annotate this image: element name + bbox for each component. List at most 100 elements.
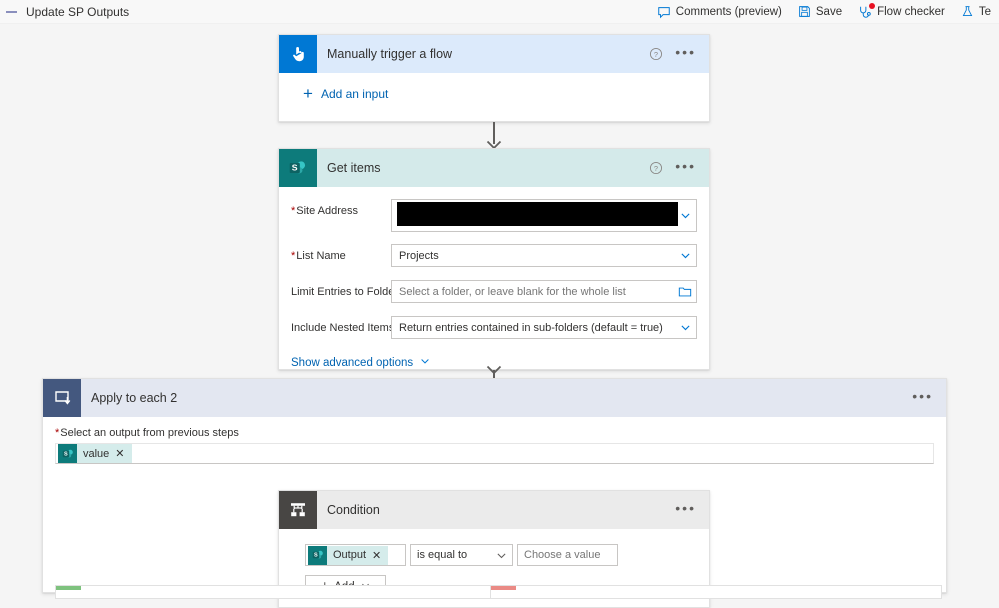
save-button[interactable]: Save [790, 1, 850, 23]
field-list-name: *List Name Projects [291, 242, 697, 269]
flow-canvas: Manually trigger a flow ? ••• + Add an i… [0, 24, 999, 608]
select-output-input[interactable]: S value ✕ [55, 443, 934, 464]
add-an-input-label: Add an input [320, 87, 389, 101]
show-advanced-options-label: Show advanced options [291, 356, 414, 369]
svg-text:?: ? [654, 50, 658, 59]
svg-text:S: S [292, 162, 298, 172]
select-output-label: *Select an output from previous steps [55, 427, 239, 439]
chevron-down-icon [419, 355, 431, 370]
branch-if-yes[interactable] [55, 585, 507, 599]
flow-title: Update SP Outputs [26, 4, 130, 19]
condition-card-header[interactable]: Condition ••• [279, 491, 709, 529]
plus-icon: + [303, 84, 313, 103]
chevron-down-icon[interactable] [679, 249, 692, 262]
add-an-input-button[interactable]: + Add an input [279, 73, 709, 103]
token-value-label: value [83, 447, 110, 460]
condition-left-operand[interactable]: S Output ✕ [305, 544, 406, 566]
sharepoint-icon: S [58, 444, 77, 463]
help-circle-icon[interactable]: ? [649, 161, 663, 175]
svg-text:S: S [63, 451, 67, 457]
get-items-card-header[interactable]: S Get items ? ••• [279, 149, 709, 187]
chevron-down-icon[interactable] [679, 209, 692, 222]
test-button[interactable]: Te [953, 1, 999, 23]
topbar-command-group: Comments (preview) Save Flow checker Te [649, 1, 999, 23]
condition-header-actions: ••• [675, 501, 709, 517]
field-limit-entries-to-folder: Limit Entries to Folder Select a folder,… [291, 278, 697, 305]
branch-if-no-bar [491, 586, 516, 590]
condition-menu-icon[interactable]: ••• [675, 501, 696, 517]
required-asterisk: * [55, 427, 60, 439]
chevron-down-icon [495, 549, 508, 562]
condition-operator-dropdown[interactable]: is equal to [410, 544, 513, 566]
apply-to-each-header-actions: ••• [912, 389, 946, 405]
save-label: Save [815, 5, 843, 18]
include-nested-dropdown[interactable]: Return entries contained in sub-folders … [391, 316, 697, 339]
include-nested-value: Return entries contained in sub-folders … [399, 321, 663, 334]
get-items-card-title: Get items [327, 161, 381, 175]
field-include-nested-items: Include Nested Items Return entries cont… [291, 314, 697, 341]
field-site-address: *Site Address [291, 199, 697, 233]
condition-branch-icon [279, 491, 317, 529]
close-icon[interactable]: ✕ [115, 447, 124, 460]
token-output[interactable]: S Output ✕ [308, 545, 389, 565]
top-command-bar: Update SP Outputs Comments (preview) Sav… [0, 0, 999, 24]
hand-tap-icon [279, 35, 317, 73]
get-items-menu-icon[interactable]: ••• [675, 159, 696, 175]
help-circle-icon[interactable]: ? [649, 47, 663, 61]
close-icon[interactable]: ✕ [372, 549, 381, 562]
flow-checker-badge [869, 2, 876, 9]
required-asterisk: * [291, 249, 296, 262]
flask-icon [961, 5, 974, 18]
limit-entries-input[interactable]: Select a folder, or leave blank for the … [391, 280, 697, 303]
sharepoint-icon: S [308, 545, 327, 565]
condition-right-placeholder: Choose a value [524, 549, 601, 561]
apply-to-each-body: *Select an output from previous steps S … [43, 417, 946, 464]
topbar-left-group: Update SP Outputs [0, 5, 129, 19]
test-label: Te [978, 5, 991, 18]
list-name-value: Projects [399, 249, 439, 262]
condition-card-title: Condition [327, 503, 380, 517]
branch-if-no[interactable] [490, 585, 942, 599]
comments-button[interactable]: Comments (preview) [649, 1, 790, 23]
svg-text:S: S [313, 553, 317, 559]
limit-entries-placeholder: Select a folder, or leave blank for the … [399, 285, 626, 298]
get-items-card[interactable]: S Get items ? ••• *Site Address *List Na… [278, 148, 710, 370]
trigger-menu-icon[interactable]: ••• [675, 45, 696, 61]
sharepoint-icon: S [279, 149, 317, 187]
field-label-include-nested: Include Nested Items [291, 321, 395, 334]
trigger-card-header[interactable]: Manually trigger a flow ? ••• [279, 35, 709, 73]
apply-to-each-menu-icon[interactable]: ••• [912, 389, 933, 405]
trigger-card[interactable]: Manually trigger a flow ? ••• + Add an i… [278, 34, 710, 122]
save-icon [798, 5, 811, 18]
apply-to-each-title: Apply to each 2 [91, 391, 178, 405]
folder-icon[interactable] [678, 285, 692, 299]
chevron-down-icon[interactable] [679, 321, 692, 334]
field-label-limit-entries: Limit Entries to Folder [291, 285, 398, 298]
condition-right-operand[interactable]: Choose a value [517, 544, 618, 566]
get-items-card-body: *Site Address *List Name Projects Limit … [279, 199, 709, 370]
back-dash-icon[interactable] [6, 6, 17, 17]
trigger-card-title: Manually trigger a flow [327, 47, 453, 61]
flow-checker-label: Flow checker [877, 5, 945, 18]
svg-text:?: ? [654, 164, 658, 173]
condition-operator-value: is equal to [417, 549, 468, 561]
branch-if-yes-bar [56, 586, 81, 590]
list-name-dropdown[interactable]: Projects [391, 244, 697, 267]
token-value[interactable]: S value ✕ [58, 444, 132, 463]
condition-row: S Output ✕ is equal to Choose a value [305, 544, 709, 566]
site-address-dropdown[interactable] [391, 199, 697, 232]
get-items-header-actions: ? ••• [649, 159, 709, 175]
connector-arrow-2 [486, 364, 502, 375]
comments-label: Comments (preview) [675, 5, 782, 18]
trigger-header-actions: ? ••• [649, 45, 709, 61]
apply-to-each-header[interactable]: Apply to each 2 ••• [43, 379, 946, 417]
loop-icon [43, 379, 81, 417]
site-address-redaction [397, 201, 678, 226]
required-asterisk: * [291, 205, 296, 217]
trigger-card-body: + Add an input [279, 73, 709, 103]
field-label-site-address: *Site Address [291, 205, 359, 217]
token-output-label: Output [333, 549, 367, 561]
comment-icon [657, 5, 671, 19]
field-label-list-name: *List Name [291, 249, 346, 262]
flow-checker-button[interactable]: Flow checker [850, 1, 953, 23]
